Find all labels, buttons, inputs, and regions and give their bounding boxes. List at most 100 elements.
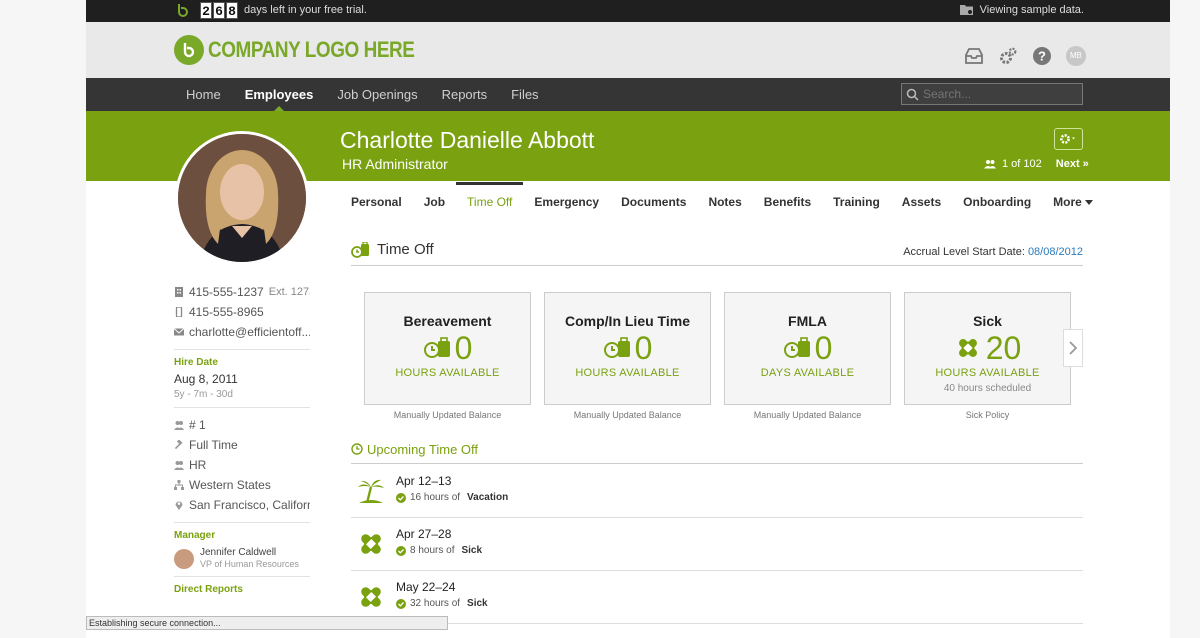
team-icon (174, 461, 184, 470)
upcoming-hours: 8 hours of (410, 545, 455, 556)
logo-badge-icon (174, 35, 204, 65)
hammer-icon (174, 440, 183, 450)
accrual-start: Accrual Level Start Date: 08/08/2012 (903, 246, 1083, 258)
balance-caption: Sick Policy (965, 410, 1010, 420)
check-circle-icon (396, 492, 406, 503)
mobile-phone[interactable]: 415-555-8965 (189, 305, 264, 319)
hire-duration: 5y - 7m - 30d (174, 389, 233, 400)
division: Western States (189, 478, 271, 492)
upcoming-dates: Apr 12–13 (396, 474, 452, 488)
hire-date-label: Hire Date (174, 357, 218, 368)
tab-personal[interactable]: Personal (351, 182, 413, 222)
company-logo[interactable]: COMPANY LOGO HERE (174, 35, 448, 65)
tab-onboarding[interactable]: Onboarding (952, 182, 1042, 222)
user-avatar[interactable]: MB (1066, 46, 1086, 66)
accrual-date-link[interactable]: 08/08/2012 (1028, 246, 1083, 258)
manager-card[interactable]: Jennifer Caldwell VP of Human Resources (174, 547, 310, 569)
help-icon[interactable]: ? (1032, 46, 1052, 66)
phone-extension: Ext. 1273 (268, 286, 310, 298)
balance-caption: Manually Updated Balance (393, 410, 502, 420)
upcoming-type: Sick (467, 598, 488, 609)
work-phone[interactable]: 415-555-1237 (189, 285, 264, 299)
upcoming-row[interactable]: May 22–24 32 hours of Sick (351, 571, 1083, 624)
department: HR (189, 458, 207, 472)
nav-job-openings[interactable]: Job Openings (337, 78, 417, 111)
employment-type-row: Full Time (174, 435, 310, 455)
balance-title: Sick (973, 313, 1002, 329)
app-window: 2 6 8 days left in your free trial. View… (86, 0, 1170, 638)
email-link[interactable]: charlotte@efficientoff... (189, 325, 310, 339)
employee-number: # 1 (189, 418, 206, 432)
location-row: San Francisco, Californ... (174, 495, 310, 515)
upcoming-time-off-header: Upcoming Time Off (351, 440, 1083, 464)
mobile-phone-icon (175, 307, 183, 317)
nav-files[interactable]: Files (511, 78, 538, 111)
tab-notes[interactable]: Notes (697, 182, 752, 222)
caret-down-icon (1084, 200, 1093, 206)
time-off-title: Time Off (377, 241, 434, 258)
upcoming-hours: 16 hours of (410, 492, 461, 503)
tab-more-label: More (1053, 195, 1082, 209)
tab-job[interactable]: Job (413, 182, 456, 222)
clock-suitcase-icon (603, 337, 630, 358)
clock-icon (351, 443, 363, 455)
employee-sidebar: 415-555-1237 Ext. 1273 415-555-8965 char… (174, 282, 310, 595)
location: San Francisco, Californ... (189, 498, 310, 512)
tab-emergency[interactable]: Emergency (523, 182, 610, 222)
upcoming-row[interactable]: Apr 12–13 16 hours of Vacation (351, 465, 1083, 518)
sample-data-notice[interactable]: Viewing sample data. (959, 3, 1084, 16)
balance-card-comp-time: Comp/In Lieu Time 0 HOURS AVAILABLE Manu… (544, 292, 711, 420)
balance-card[interactable]: Sick 20 HOURS AVAILABLE 40 hours schedul… (904, 292, 1071, 405)
balance-card[interactable]: Bereavement 0 HOURS AVAILABLE (364, 292, 531, 405)
time-off-icon (351, 242, 369, 258)
email-row: charlotte@efficientoff... (174, 322, 310, 342)
balance-unit: HOURS AVAILABLE (575, 367, 680, 379)
division-row: Western States (174, 475, 310, 495)
upcoming-detail: 8 hours of Sick (396, 545, 482, 556)
balance-caption: Manually Updated Balance (753, 410, 862, 420)
upcoming-row[interactable]: Apr 27–28 8 hours of Sick (351, 518, 1083, 571)
bandage-icon (361, 534, 381, 554)
settings-gears-icon[interactable] (998, 46, 1018, 66)
employee-photo (175, 131, 309, 265)
clock-suitcase-icon (783, 337, 810, 358)
tab-more[interactable]: More (1042, 182, 1104, 222)
trial-digit: 6 (213, 2, 225, 19)
time-off-header: Time Off Accrual Level Start Date: 08/08… (351, 238, 1083, 266)
trial-bar: 2 6 8 days left in your free trial. View… (86, 0, 1170, 22)
upcoming-type: Vacation (467, 492, 509, 503)
search-input[interactable] (923, 87, 1073, 101)
balance-card[interactable]: FMLA 0 DAYS AVAILABLE (724, 292, 891, 405)
department-row: HR (174, 455, 310, 475)
profile-tabs: Personal Job Time Off Emergency Document… (351, 182, 1104, 222)
tab-time-off[interactable]: Time Off (456, 182, 524, 222)
main-nav: Home Employees Job Openings Reports File… (86, 78, 1170, 111)
map-pin-icon (175, 501, 183, 510)
tab-training[interactable]: Training (822, 182, 891, 222)
next-balances-button[interactable] (1063, 329, 1083, 367)
balance-value: 0 (634, 330, 653, 366)
balance-scheduled: 40 hours scheduled (943, 383, 1032, 394)
people-icon (174, 421, 184, 430)
balance-card[interactable]: Comp/In Lieu Time 0 HOURS AVAILABLE (544, 292, 711, 405)
tab-assets[interactable]: Assets (891, 182, 952, 222)
upcoming-type: Sick (461, 545, 483, 556)
balance-unit: HOURS AVAILABLE (935, 367, 1040, 379)
nav-reports[interactable]: Reports (442, 78, 488, 111)
tab-benefits[interactable]: Benefits (753, 182, 822, 222)
divider (174, 407, 310, 408)
profile-settings-button[interactable] (1054, 128, 1083, 150)
building-icon (175, 287, 183, 297)
email-icon (174, 328, 184, 336)
manager-name[interactable]: Jennifer Caldwell (200, 547, 299, 558)
nav-home[interactable]: Home (186, 78, 221, 111)
nav-employees[interactable]: Employees (245, 78, 313, 111)
mobile-phone-row: 415-555-8965 (174, 302, 310, 322)
tab-documents[interactable]: Documents (610, 182, 697, 222)
hire-date: Aug 8, 2011 (174, 372, 238, 386)
search-box[interactable] (901, 83, 1083, 105)
inbox-icon[interactable] (964, 46, 984, 66)
balance-caption: Manually Updated Balance (573, 410, 682, 420)
next-employee-link[interactable]: Next » (1056, 158, 1089, 170)
balance-value: 0 (814, 330, 833, 366)
